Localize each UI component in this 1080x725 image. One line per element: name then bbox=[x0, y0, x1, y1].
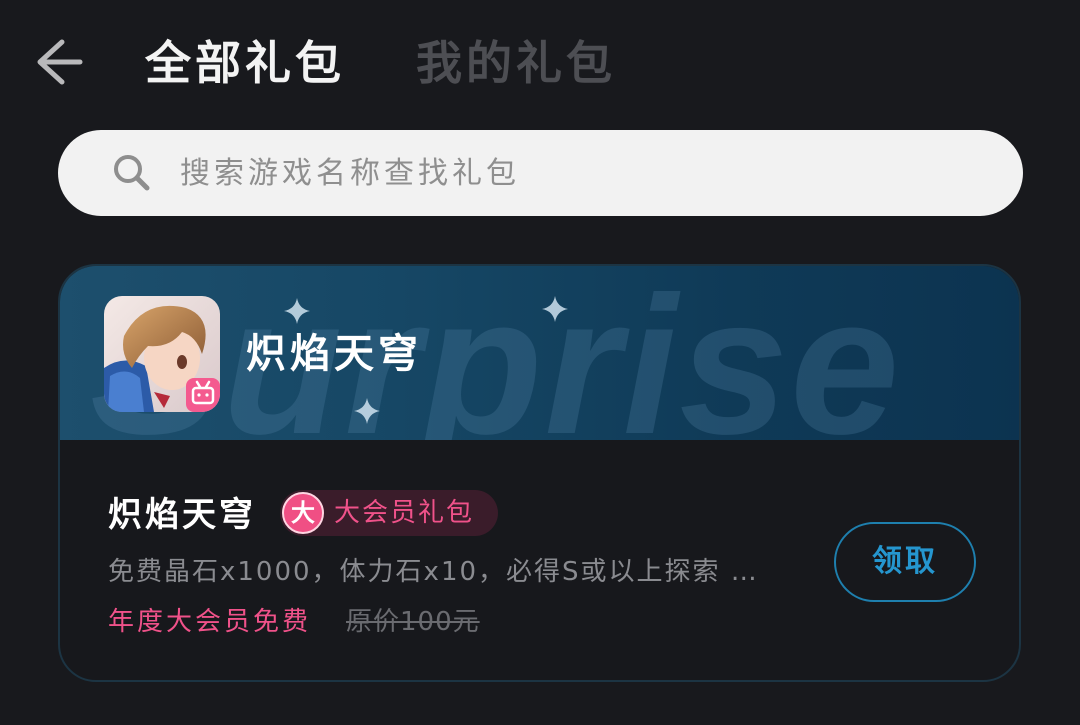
claim-button[interactable]: 领取 bbox=[834, 522, 976, 602]
tab-my-gifts[interactable]: 我的礼包 bbox=[416, 33, 616, 93]
search-icon bbox=[110, 151, 154, 195]
vip-badge-icon: 大 bbox=[282, 492, 324, 534]
banner-game-title: 炽焰天穹 bbox=[246, 331, 422, 377]
gift-center-page: 全部礼包 我的礼包 搜索游戏名称查找礼包 Surprise 炽焰天穹 炽焰天穹 … bbox=[0, 0, 1080, 725]
tab-all-gifts[interactable]: 全部礼包 bbox=[145, 33, 345, 93]
back-arrow-icon[interactable] bbox=[32, 36, 84, 88]
game-banner[interactable]: Surprise 炽焰天穹 bbox=[60, 266, 1019, 440]
original-price: 原价100元 bbox=[346, 607, 480, 637]
gift-card: Surprise 炽焰天穹 炽焰天穹 大 大会员礼包 免费晶石x1000，体力石… bbox=[58, 264, 1021, 682]
sparkle-icon bbox=[542, 296, 568, 322]
sparkle-icon bbox=[284, 298, 310, 324]
gift-description: 免费晶石x1000，体力石x10，必得S或以上探索 … bbox=[108, 557, 759, 587]
vip-free-label: 年度大会员免费 bbox=[108, 607, 312, 637]
search-placeholder: 搜索游戏名称查找礼包 bbox=[180, 156, 520, 191]
gift-game-name: 炽焰天穹 bbox=[108, 495, 256, 535]
sparkle-icon bbox=[354, 398, 380, 424]
game-icon[interactable] bbox=[104, 296, 220, 412]
vip-badge-label: 大会员礼包 bbox=[334, 498, 475, 528]
